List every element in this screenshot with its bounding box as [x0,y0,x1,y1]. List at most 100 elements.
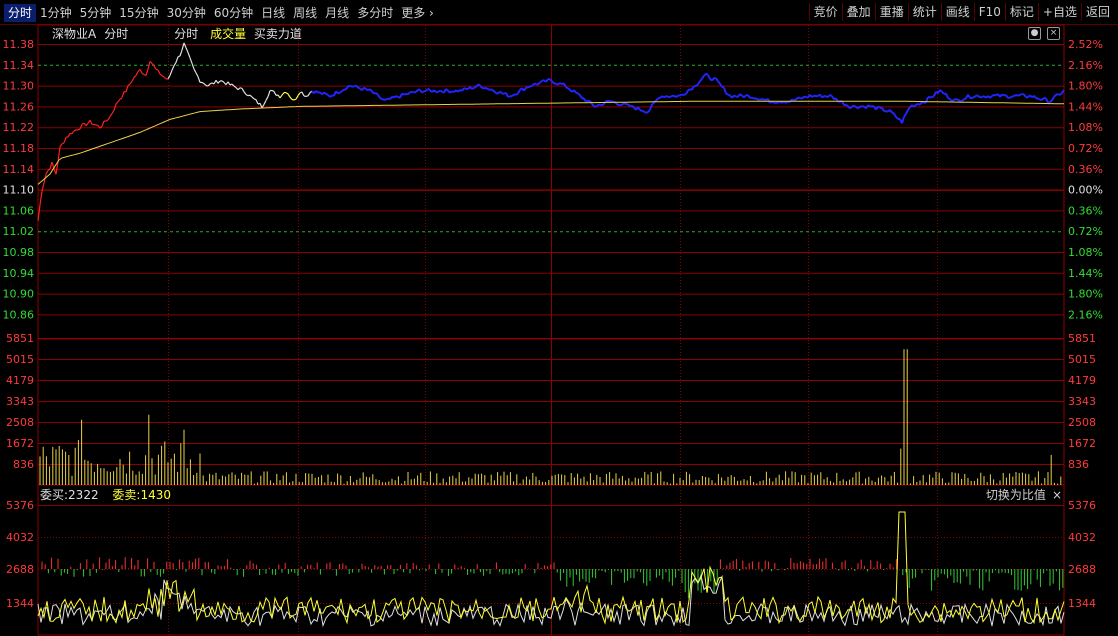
price-segment [493,90,497,94]
price-segment [683,93,687,96]
price-segment [857,105,861,110]
price-segment [957,98,961,103]
price-segment [841,100,845,106]
price-segment [307,92,311,97]
volume-tick-label: 4179 [6,374,34,387]
price-segment [291,98,295,101]
price-segment [877,105,881,109]
volume-tick-label: 5015 [1068,353,1096,366]
left-axis-labels: 11.38 11.34 11.30 11.26 11.22 11.18 11.14 11.10… [3,38,35,610]
price-segment [649,104,653,110]
price-segment [715,77,719,82]
indicator-period[interactable]: 分时 [174,27,198,41]
price-segment [315,90,319,94]
price-segment [133,75,137,78]
sub-tick-label: 5376 [6,499,34,512]
price-segment [271,89,275,92]
price-segment [131,77,135,82]
price-segment [243,91,247,95]
record-icon[interactable]: ● [1028,27,1041,40]
price-segment [1023,93,1027,98]
price-segment [325,93,329,96]
switch-ratio-label: 切换为比值 [985,488,1046,502]
percent-tick-label: 1.08% [1068,121,1103,134]
chart-controls: ● × [1028,27,1060,40]
price-segment [217,80,221,84]
price-segment [63,137,67,144]
price-segment [793,98,797,102]
sub-tick-label: 5376 [1068,499,1096,512]
price-segment [901,116,905,124]
price-segment [705,72,709,76]
price-segment [945,93,949,99]
intraday-chart[interactable]: 11.38 11.34 11.30 11.26 11.22 11.18 11.14 11.10… [0,0,1118,636]
indicator-volume[interactable]: 成交量 [210,27,246,41]
price-segment [959,99,963,103]
price-segment [707,74,711,80]
price-tick-label: 11.34 [3,59,35,72]
percent-tick-label: 1.80% [1068,80,1103,93]
chart-info-header: 深物业A 分时 分时 成交量 买卖力道 [52,26,310,42]
price-segment [687,88,691,92]
price-segment [747,94,751,99]
price-segment [121,91,125,98]
switch-ratio[interactable]: 切换为比值 × [986,487,1062,503]
price-segment [419,89,423,94]
price-segment [183,42,187,48]
price-segment [485,86,489,91]
price-segment [651,101,655,106]
close-icon[interactable]: × [1047,27,1060,40]
price-segment [363,86,367,90]
price-segment [385,97,389,101]
price-segment [567,87,571,91]
price-segment [39,191,43,206]
price-segment [623,102,627,106]
price-segment [127,83,131,87]
close-icon[interactable]: × [1052,488,1062,502]
price-segment [157,69,161,75]
price-segment [401,92,405,96]
price-segment [697,80,701,85]
price-segment [963,97,967,101]
price-segment [119,97,123,100]
price-segment [105,119,109,122]
price-segment [615,102,619,106]
price-segment [991,94,995,97]
price-segment [551,80,555,85]
price-segment [903,113,907,118]
volume-tick-label: 1672 [6,437,34,450]
price-segment [1055,93,1059,96]
price-segment [717,80,721,85]
price-segment [695,83,699,87]
price-segment [663,95,667,99]
price-segment [149,61,153,64]
price-segment [609,100,613,103]
price-segment [125,85,129,93]
price-segment [329,94,333,98]
price-segment [163,76,167,80]
price-segment [989,95,993,99]
price-segment [273,91,277,96]
price-segment [339,90,343,94]
price-segment [85,122,89,127]
price-segment [905,109,909,115]
price-segment [971,96,975,99]
price-segment [289,96,293,100]
stock-name: 深物业A [52,27,97,41]
price-segment [349,84,353,88]
price-segment [425,88,429,92]
price-segment [931,95,935,99]
price-segment [281,92,285,96]
price-segment [845,103,849,108]
indicator-force[interactable]: 买卖力道 [254,27,302,41]
price-segment [583,97,587,103]
percent-tick-label: 1.44% [1068,100,1103,113]
price-segment [655,97,659,102]
price-segment [389,96,393,100]
price-segment [685,90,689,95]
price-segment [135,71,139,76]
price-segment [737,93,741,98]
price-segment [187,52,191,59]
price-segment [415,89,419,93]
price-segment [907,106,911,111]
